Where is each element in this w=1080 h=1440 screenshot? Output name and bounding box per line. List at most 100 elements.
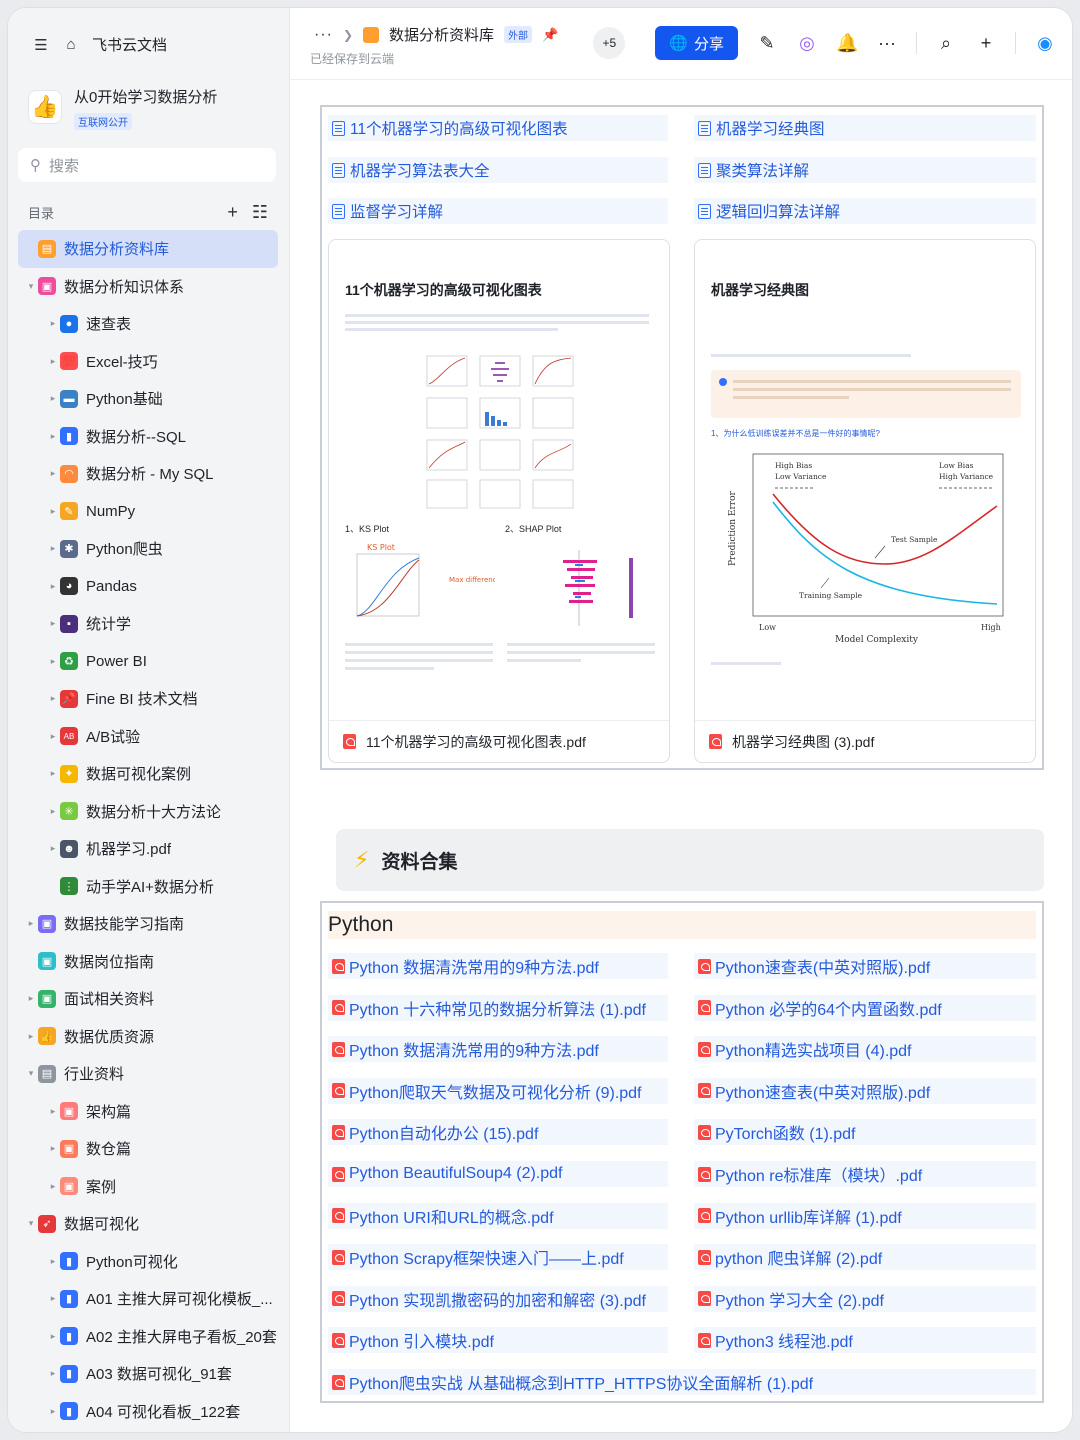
space-header[interactable]: 👍 从0开始学习数据分析 互联网公开 bbox=[28, 84, 217, 131]
pdf-file-footer[interactable]: 11个机器学习的高级可视化图表.pdf bbox=[329, 720, 669, 762]
edit-icon[interactable]: ✎ bbox=[756, 33, 778, 54]
doc-title[interactable]: 数据分析资料库 bbox=[389, 24, 494, 45]
sidebar-item[interactable]: ▣ 数据岗位指南 bbox=[18, 943, 278, 981]
sidebar-item[interactable]: ▸ ▣ 数据技能学习指南 bbox=[18, 905, 278, 943]
sidebar-item[interactable]: ▸ 👍 数据优质资源 bbox=[18, 1018, 278, 1056]
sidebar-item[interactable]: ▸ ▣ 架构篇 bbox=[18, 1093, 278, 1131]
chevron-right-icon[interactable]: ▸ bbox=[46, 806, 60, 817]
pdf-file-link[interactable]: Python Scrapy框架快速入门——上.pdf bbox=[328, 1244, 668, 1271]
doc-link[interactable]: 聚类算法详解 bbox=[694, 157, 1036, 183]
sidebar-item[interactable]: ▸ ▮ Python可视化 bbox=[18, 1243, 278, 1281]
sidebar-item[interactable]: ▸ ▮ A03 数据可视化_91套 bbox=[18, 1355, 278, 1393]
sidebar-item[interactable]: ▸ AB A/B试验 bbox=[18, 718, 278, 756]
pin-icon[interactable]: 📌 bbox=[542, 27, 558, 43]
chevron-right-icon[interactable]: ▸ bbox=[46, 1406, 60, 1417]
pdf-preview-card[interactable]: 机器学习经典图 1、为什么低训练误差并不总是一件好的事情呢? Predictio… bbox=[694, 239, 1036, 763]
chevron-right-icon[interactable]: ▸ bbox=[46, 318, 60, 329]
chevron-right-icon[interactable]: ▸ bbox=[46, 581, 60, 592]
collaborators-count[interactable]: +5 bbox=[593, 27, 626, 59]
sidebar-item[interactable]: ▸ 📌 Fine BI 技术文档 bbox=[18, 680, 278, 718]
pdf-file-link[interactable]: Python 引入模块.pdf bbox=[328, 1327, 668, 1354]
chevron-right-icon[interactable]: ▸ bbox=[46, 1181, 60, 1192]
doc-link[interactable]: 11个机器学习的高级可视化图表 bbox=[328, 115, 668, 141]
sidebar-item[interactable]: ▸ ▮ A02 主推大屏电子看板_20套 bbox=[18, 1318, 278, 1356]
pdf-file-link[interactable]: Python精选实战项目 (4).pdf bbox=[694, 1036, 1036, 1063]
pdf-file-link[interactable]: Python爬取天气数据及可视化分析 (9).pdf bbox=[328, 1077, 668, 1104]
add-icon[interactable]: + bbox=[227, 202, 238, 223]
chevron-right-icon[interactable]: ▸ bbox=[46, 1256, 60, 1267]
sidebar-item[interactable]: ▸ ◠ 数据分析 - My SQL bbox=[18, 455, 278, 493]
sidebar-item[interactable]: ▸ ☻ 机器学习.pdf bbox=[18, 830, 278, 868]
chevron-right-icon[interactable]: ▸ bbox=[46, 431, 60, 442]
pdf-file-link[interactable]: Python 实现凯撒密码的加密和解密 (3).pdf bbox=[328, 1285, 668, 1312]
pdf-preview-card[interactable]: 11个机器学习的高级可视化图表 1、KS Plot 2、SHAP Plot KS… bbox=[328, 239, 670, 763]
pdf-file-link[interactable]: Python 十六种常见的数据分析算法 (1).pdf bbox=[328, 994, 668, 1021]
pdf-file-link[interactable]: Python3 线程池.pdf bbox=[694, 1327, 1036, 1354]
chevron-right-icon[interactable]: ▸ bbox=[46, 356, 60, 367]
sidebar-item[interactable]: ▸ ▬ Python基础 bbox=[18, 380, 278, 418]
pdf-file-link[interactable]: python 爬虫详解 (2).pdf bbox=[694, 1244, 1036, 1271]
doc-link[interactable]: 机器学习算法表大全 bbox=[328, 157, 668, 183]
search-input[interactable]: ⚲ 搜索 bbox=[18, 148, 276, 182]
sidebar-item[interactable]: ▸ ✳ 数据分析十大方法论 bbox=[18, 793, 278, 831]
chevron-right-icon[interactable]: ▸ bbox=[46, 693, 60, 704]
doc-link[interactable]: 机器学习经典图 bbox=[694, 115, 1036, 141]
sidebar-item[interactable]: ⋮ 动手学AI+数据分析 bbox=[18, 868, 278, 906]
sidebar-item[interactable]: ▸ ▮ A01 主推大屏可视化模板_... bbox=[18, 1280, 278, 1318]
sidebar-item[interactable]: ▸ 💯 Excel-技巧 bbox=[18, 343, 278, 381]
bell-icon[interactable]: 🔔 bbox=[836, 33, 858, 54]
pdf-file-link[interactable]: Python 数据清洗常用的9种方法.pdf bbox=[328, 953, 668, 979]
pdf-file-link[interactable]: Python re标准库（模块）.pdf bbox=[694, 1161, 1036, 1187]
sidebar-item[interactable]: ▤ 数据分析资料库 bbox=[18, 230, 278, 268]
pdf-file-link[interactable]: Python 数据清洗常用的9种方法.pdf bbox=[328, 1036, 668, 1063]
chevron-right-icon[interactable]: ▸ bbox=[46, 1368, 60, 1379]
sidebar-item[interactable]: ▸ ◕ Pandas bbox=[18, 568, 278, 606]
pdf-file-link[interactable]: Python速查表(中英对照版).pdf bbox=[694, 953, 1036, 979]
chevron-right-icon[interactable]: ▸ bbox=[46, 1293, 60, 1304]
chevron-right-icon[interactable]: ▸ bbox=[46, 656, 60, 667]
sidebar-item[interactable]: ▸ ▮ 数据分析--SQL bbox=[18, 418, 278, 456]
share-button[interactable]: 🌐 分享 bbox=[655, 26, 738, 60]
home-icon[interactable]: ⌂ bbox=[62, 36, 80, 54]
breadcrumb-more[interactable]: ··· bbox=[314, 26, 333, 44]
chevron-right-icon[interactable]: ▸ bbox=[46, 768, 60, 779]
chevron-right-icon[interactable]: ▸ bbox=[46, 618, 60, 629]
sidebar-item[interactable]: ▸ ✦ 数据可视化案例 bbox=[18, 755, 278, 793]
pdf-file-link[interactable]: Python自动化办公 (15).pdf bbox=[328, 1119, 668, 1146]
chevron-right-icon[interactable]: ▸ bbox=[24, 918, 38, 929]
sidebar-item[interactable]: ▾ ▤ 行业资料 bbox=[18, 1055, 278, 1093]
app-title[interactable]: 飞书云文档 bbox=[92, 34, 167, 55]
chevron-right-icon[interactable]: ▸ bbox=[46, 393, 60, 404]
chevron-right-icon[interactable]: ▸ bbox=[46, 1106, 60, 1117]
sidebar-item[interactable]: ▸ ✱ Python爬虫 bbox=[18, 530, 278, 568]
user-avatar[interactable]: ◉ bbox=[1034, 33, 1056, 54]
chevron-right-icon[interactable]: ▸ bbox=[24, 1031, 38, 1042]
sidebar-item[interactable]: ▸ ▣ 数仓篇 bbox=[18, 1130, 278, 1168]
chevron-down-icon[interactable]: ▾ bbox=[24, 1218, 38, 1229]
chevron-right-icon[interactable]: ▸ bbox=[46, 468, 60, 479]
pdf-file-link[interactable]: Python 必学的64个内置函数.pdf bbox=[694, 994, 1036, 1021]
search-icon[interactable]: ⌕ bbox=[935, 33, 957, 54]
doc-link[interactable]: 逻辑回归算法详解 bbox=[694, 198, 1036, 224]
chevron-right-icon[interactable]: ▸ bbox=[46, 731, 60, 742]
sidebar-item[interactable]: ▸ ▣ 案例 bbox=[18, 1168, 278, 1206]
ai-assistant-icon[interactable]: ◎ bbox=[796, 33, 818, 54]
chevron-right-icon[interactable]: ▸ bbox=[46, 843, 60, 854]
pdf-file-footer[interactable]: 机器学习经典图 (3).pdf bbox=[695, 720, 1035, 762]
sidebar-item[interactable]: ▸ ▪ 统计学 bbox=[18, 605, 278, 643]
pdf-file-link[interactable]: Python爬虫实战 从基础概念到HTTP_HTTPS协议全面解析 (1).pd… bbox=[328, 1369, 1036, 1395]
sidebar-item[interactable]: ▸ ● 速查表 bbox=[18, 305, 278, 343]
pdf-file-link[interactable]: PyTorch函数 (1).pdf bbox=[694, 1119, 1036, 1146]
more-icon[interactable]: ··· bbox=[876, 33, 898, 54]
chevron-right-icon[interactable]: ▸ bbox=[46, 506, 60, 517]
pdf-file-link[interactable]: Python速查表(中英对照版).pdf bbox=[694, 1077, 1036, 1104]
sidebar-item[interactable]: ▾ ▣ 数据分析知识体系 bbox=[18, 268, 278, 306]
pdf-file-link[interactable]: Python urllib库详解 (1).pdf bbox=[694, 1202, 1036, 1229]
chevron-right-icon[interactable]: ▸ bbox=[46, 1331, 60, 1342]
sidebar-item[interactable]: ▸ ♻ Power BI bbox=[18, 643, 278, 681]
plus-icon[interactable]: + bbox=[975, 33, 997, 54]
chevron-right-icon[interactable]: ▸ bbox=[46, 543, 60, 554]
chevron-right-icon[interactable]: ▸ bbox=[46, 1143, 60, 1154]
pdf-file-link[interactable]: Python 学习大全 (2).pdf bbox=[694, 1285, 1036, 1312]
sidebar-item[interactable]: ▸ ✎ NumPy bbox=[18, 493, 278, 531]
